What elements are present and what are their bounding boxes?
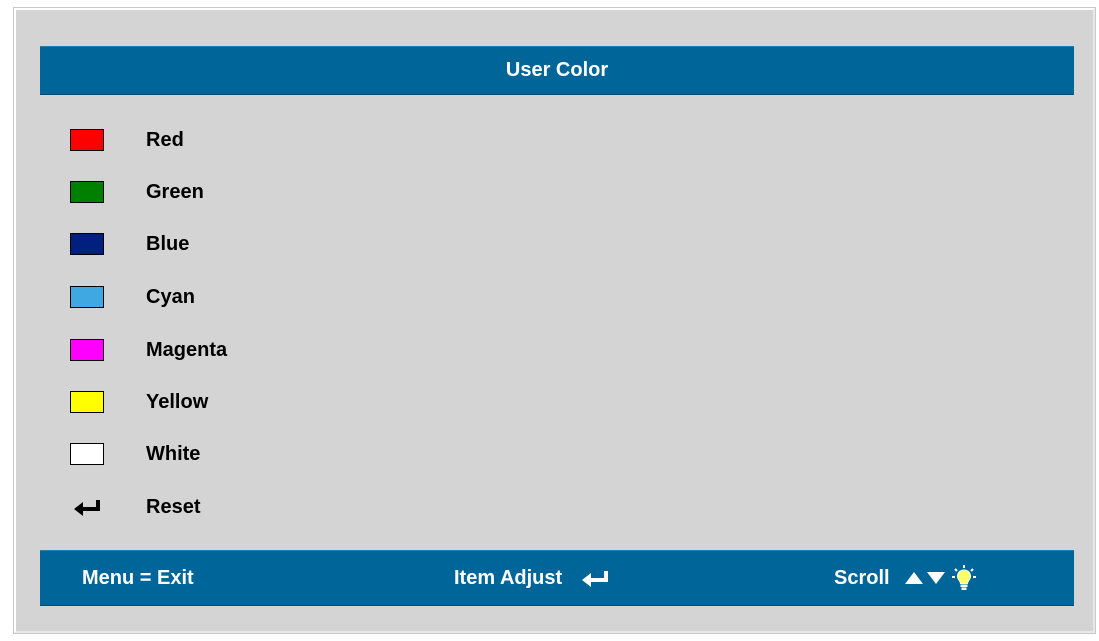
menu-item-reset[interactable]: Reset — [70, 481, 470, 533]
footer-bar: Menu = Exit Item Adjust Scroll — [40, 550, 1074, 606]
up-arrow-icon — [904, 571, 924, 585]
exit-hint-label: Menu = Exit — [82, 566, 194, 589]
cyan-swatch-icon — [70, 286, 104, 308]
menu-item-label: Red — [146, 128, 184, 151]
blue-swatch-icon — [70, 233, 104, 255]
adjust-hint-label: Item Adjust — [454, 566, 563, 589]
menu-item-yellow[interactable]: Yellow — [70, 376, 470, 428]
scroll-hint-label: Scroll — [834, 566, 890, 589]
menu-item-red[interactable]: Red — [70, 114, 470, 166]
menu-item-label: Blue — [146, 232, 190, 255]
menu-item-label: White — [146, 442, 201, 465]
lightbulb-icon — [951, 565, 976, 591]
menu-item-label: Magenta — [146, 338, 228, 361]
yellow-swatch-icon — [70, 391, 104, 413]
menu-item-label: Cyan — [146, 285, 195, 308]
footer-scroll-hint: Scroll — [834, 550, 976, 606]
enter-arrow-icon — [580, 568, 610, 588]
down-arrow-icon — [926, 571, 946, 585]
white-swatch-icon — [70, 443, 104, 465]
green-swatch-icon — [70, 181, 104, 203]
footer-exit-hint: Menu = Exit — [82, 550, 194, 606]
footer-adjust-hint: Item Adjust — [454, 550, 610, 606]
red-swatch-icon — [70, 129, 104, 151]
title-bar: User Color — [40, 46, 1074, 95]
enter-arrow-icon — [70, 496, 104, 518]
menu-title: User Color — [505, 59, 609, 81]
menu-item-cyan[interactable]: Cyan — [70, 271, 470, 323]
menu-item-green[interactable]: Green — [70, 166, 470, 218]
menu-item-label: Green — [146, 180, 204, 203]
menu-item-label: Yellow — [146, 390, 209, 413]
menu-item-blue[interactable]: Blue — [70, 218, 470, 270]
menu-item-label: Reset — [146, 495, 201, 518]
menu-item-white[interactable]: White — [70, 428, 470, 480]
menu-item-magenta[interactable]: Magenta — [70, 324, 470, 376]
magenta-swatch-icon — [70, 339, 104, 361]
